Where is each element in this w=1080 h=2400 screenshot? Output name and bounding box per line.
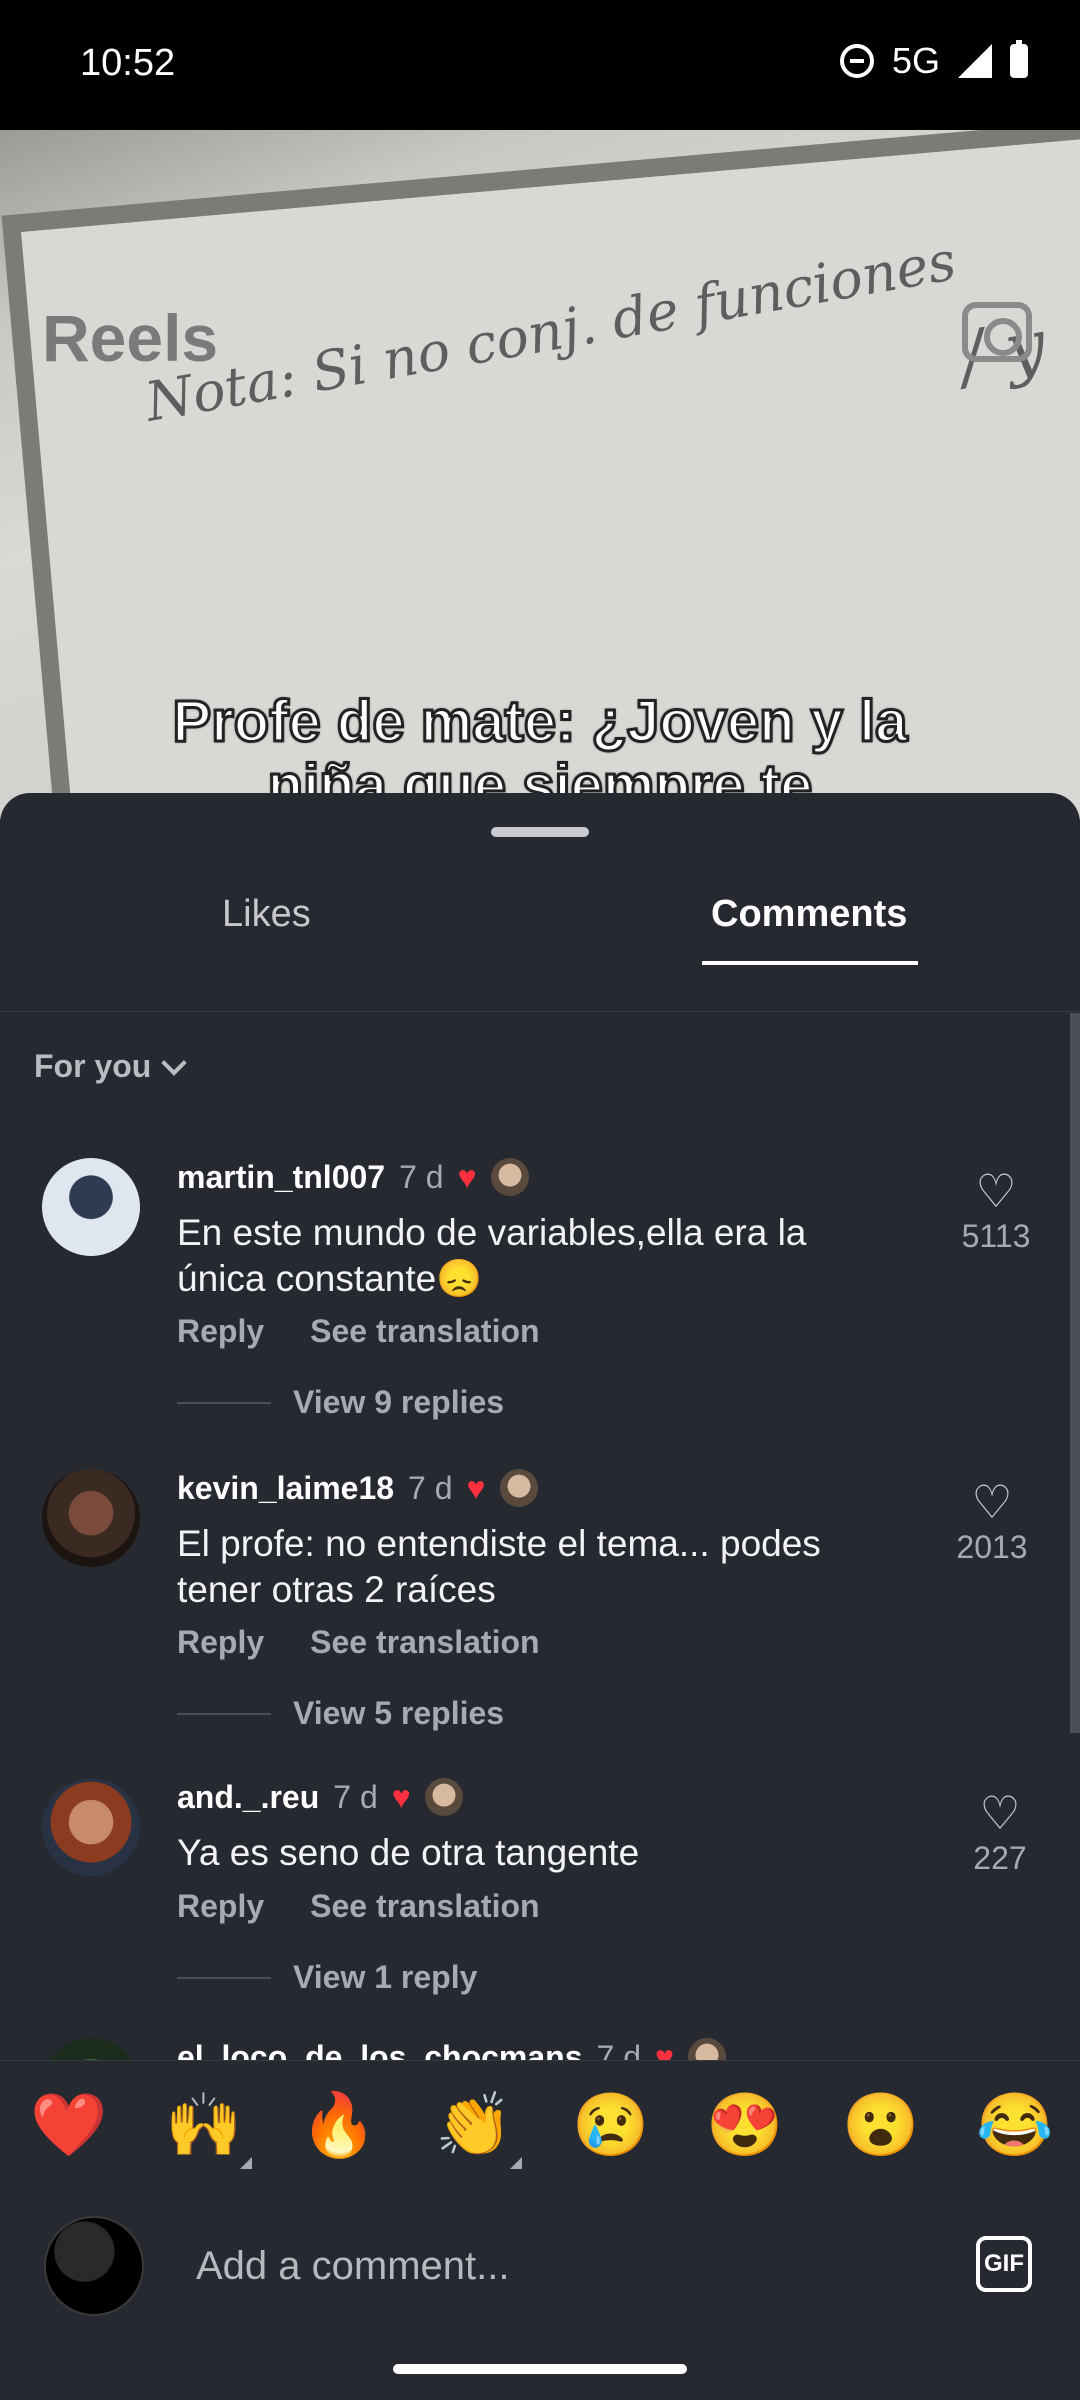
active-tab-indicator — [702, 961, 918, 965]
replies-line — [177, 1712, 271, 1715]
heart-outline-icon: ♡ — [975, 1165, 1017, 1217]
emoji-clap-button[interactable]: 👏 — [435, 2089, 523, 2169]
page-title: Reels — [42, 301, 219, 375]
signal-icon — [958, 44, 992, 78]
view-replies-button[interactable]: View 9 replies — [177, 1384, 504, 1421]
view-replies-label: View 5 replies — [293, 1695, 505, 1731]
chevron-down-icon — [161, 1049, 188, 1076]
add-comment-input[interactable]: Add a comment... — [196, 2244, 509, 2289]
creator-avatar — [424, 1778, 463, 1816]
reply-button[interactable]: Reply — [177, 1888, 264, 1925]
emoji-heart-button[interactable]: ❤️ — [30, 2089, 107, 2163]
heart-outline-icon: ♡ — [971, 1476, 1013, 1528]
creator-liked-heart-icon: ♥ — [457, 1158, 477, 1195]
emoji-clap-glyph: 👏 — [435, 2091, 513, 2160]
creator-liked-heart-icon: ♥ — [466, 1469, 486, 1506]
comment-like-button[interactable]: ♡ 2013 — [952, 1479, 1032, 1566]
creator-avatar — [688, 2038, 726, 2060]
comment-username[interactable]: and._.reu — [177, 1779, 319, 1816]
emoji-raised-hands-glyph: 🙌 — [165, 2091, 243, 2160]
tab-comments[interactable]: Comments — [711, 893, 907, 936]
emoji-cry-button[interactable]: 😢 — [572, 2089, 649, 2163]
see-translation-button[interactable]: See translation — [310, 1313, 539, 1350]
replies-line — [177, 1976, 271, 1979]
creator-avatar — [499, 1469, 538, 1507]
sheet-drag-handle[interactable] — [491, 827, 589, 837]
emoji-laughing-button[interactable]: 😂 — [976, 2089, 1053, 2163]
comment-username[interactable]: martin_tnl007 — [177, 1159, 385, 1196]
skin-tone-indicator — [510, 2157, 523, 2169]
reply-button[interactable]: Reply — [177, 1624, 264, 1661]
avatar[interactable] — [42, 2038, 140, 2060]
status-bar: 10:52 5G — [0, 0, 1080, 130]
skin-tone-indicator — [240, 2157, 253, 2169]
system-nav-bar — [0, 2330, 1080, 2400]
heart-outline-icon: ♡ — [979, 1787, 1021, 1839]
comment-time: 7 d — [596, 2038, 641, 2061]
comment-like-button[interactable]: ♡ 227 — [960, 1790, 1040, 1877]
emoji-heart-eyes-button[interactable]: 😍 — [706, 2089, 783, 2163]
battery-icon — [1010, 40, 1028, 78]
avatar[interactable] — [42, 1158, 140, 1256]
comment-item: el_loco_de_los_chocmans 7 d ♥ — [0, 2038, 1080, 2060]
gif-button[interactable]: GIF — [976, 2236, 1032, 2292]
comment-time: 7 d — [408, 1469, 453, 1506]
emoji-fire-button[interactable]: 🔥 — [300, 2089, 377, 2163]
comment-text: El profe: no entendiste el tema... podes… — [177, 1523, 821, 1610]
comment-text: Ya es seno de otra tangente — [177, 1832, 640, 1873]
comment-meta: martin_tnl007 7 d ♥ — [177, 1158, 529, 1196]
emoji-raised-hands-button[interactable]: 🙌 — [165, 2089, 253, 2169]
like-count: 5113 — [961, 1218, 1031, 1254]
avatar[interactable] — [42, 1778, 140, 1876]
tabs-divider — [0, 1011, 1080, 1012]
reel-video[interactable]: Nota: Si no conj. de funciones / y Reels… — [0, 130, 1080, 820]
emoji-surprised-button[interactable]: 😮 — [842, 2089, 919, 2163]
comment-meta: el_loco_de_los_chocmans 7 d ♥ — [177, 2038, 726, 2060]
camera-icon[interactable] — [962, 302, 1032, 362]
status-time: 10:52 — [80, 42, 176, 84]
comment-actions: Reply See translation — [177, 1313, 540, 1350]
comment-like-button[interactable]: ♡ 5113 — [956, 1168, 1036, 1255]
comment-actions: Reply See translation — [177, 1888, 540, 1925]
creator-liked-heart-icon: ♥ — [391, 1778, 411, 1815]
home-indicator[interactable] — [393, 2364, 687, 2374]
comment-time: 7 d — [333, 1778, 378, 1815]
comment-composer: Add a comment... GIF — [0, 2200, 1080, 2330]
creator-liked-heart-icon: ♥ — [655, 2038, 674, 2061]
sort-label: For you — [34, 1048, 152, 1084]
network-type: 5G — [891, 40, 940, 81]
status-icons: 5G — [839, 40, 1028, 82]
tab-likes[interactable]: Likes — [222, 893, 311, 936]
comment-username[interactable]: kevin_laime18 — [177, 1470, 394, 1507]
current-user-avatar — [44, 2216, 144, 2316]
reply-button[interactable]: Reply — [177, 1313, 264, 1350]
like-count: 2013 — [956, 1529, 1028, 1565]
comment-actions: Reply See translation — [177, 1624, 540, 1661]
sort-dropdown[interactable]: For you — [34, 1048, 188, 1085]
comment-time: 7 d — [399, 1158, 444, 1195]
creator-avatar — [490, 1158, 529, 1196]
see-translation-button[interactable]: See translation — [310, 1624, 539, 1661]
avatar[interactable] — [42, 1469, 140, 1567]
see-translation-button[interactable]: See translation — [310, 1888, 539, 1925]
comment-meta: kevin_laime18 7 d ♥ — [177, 1469, 538, 1507]
like-count: 227 — [973, 1840, 1027, 1876]
view-replies-button[interactable]: View 1 reply — [177, 1959, 477, 1996]
replies-line — [177, 1401, 271, 1404]
comments-scrollbar[interactable] — [1070, 1013, 1080, 1733]
comment-text: En este mundo de variables,ella era la ú… — [177, 1212, 807, 1299]
sheet-tabs: Likes Comments — [0, 893, 1080, 1013]
view-replies-label: View 1 reply — [293, 1959, 478, 1995]
view-replies-button[interactable]: View 5 replies — [177, 1695, 504, 1732]
comment-meta: and._.reu 7 d ♥ — [177, 1778, 463, 1816]
comment-username[interactable]: el_loco_de_los_chocmans — [177, 2039, 583, 2061]
emoji-reaction-bar: ❤️ 🙌 🔥 👏 😢 😍 😮 😂 — [0, 2060, 1080, 2201]
do-not-disturb-icon — [839, 44, 874, 78]
view-replies-label: View 9 replies — [293, 1384, 505, 1420]
